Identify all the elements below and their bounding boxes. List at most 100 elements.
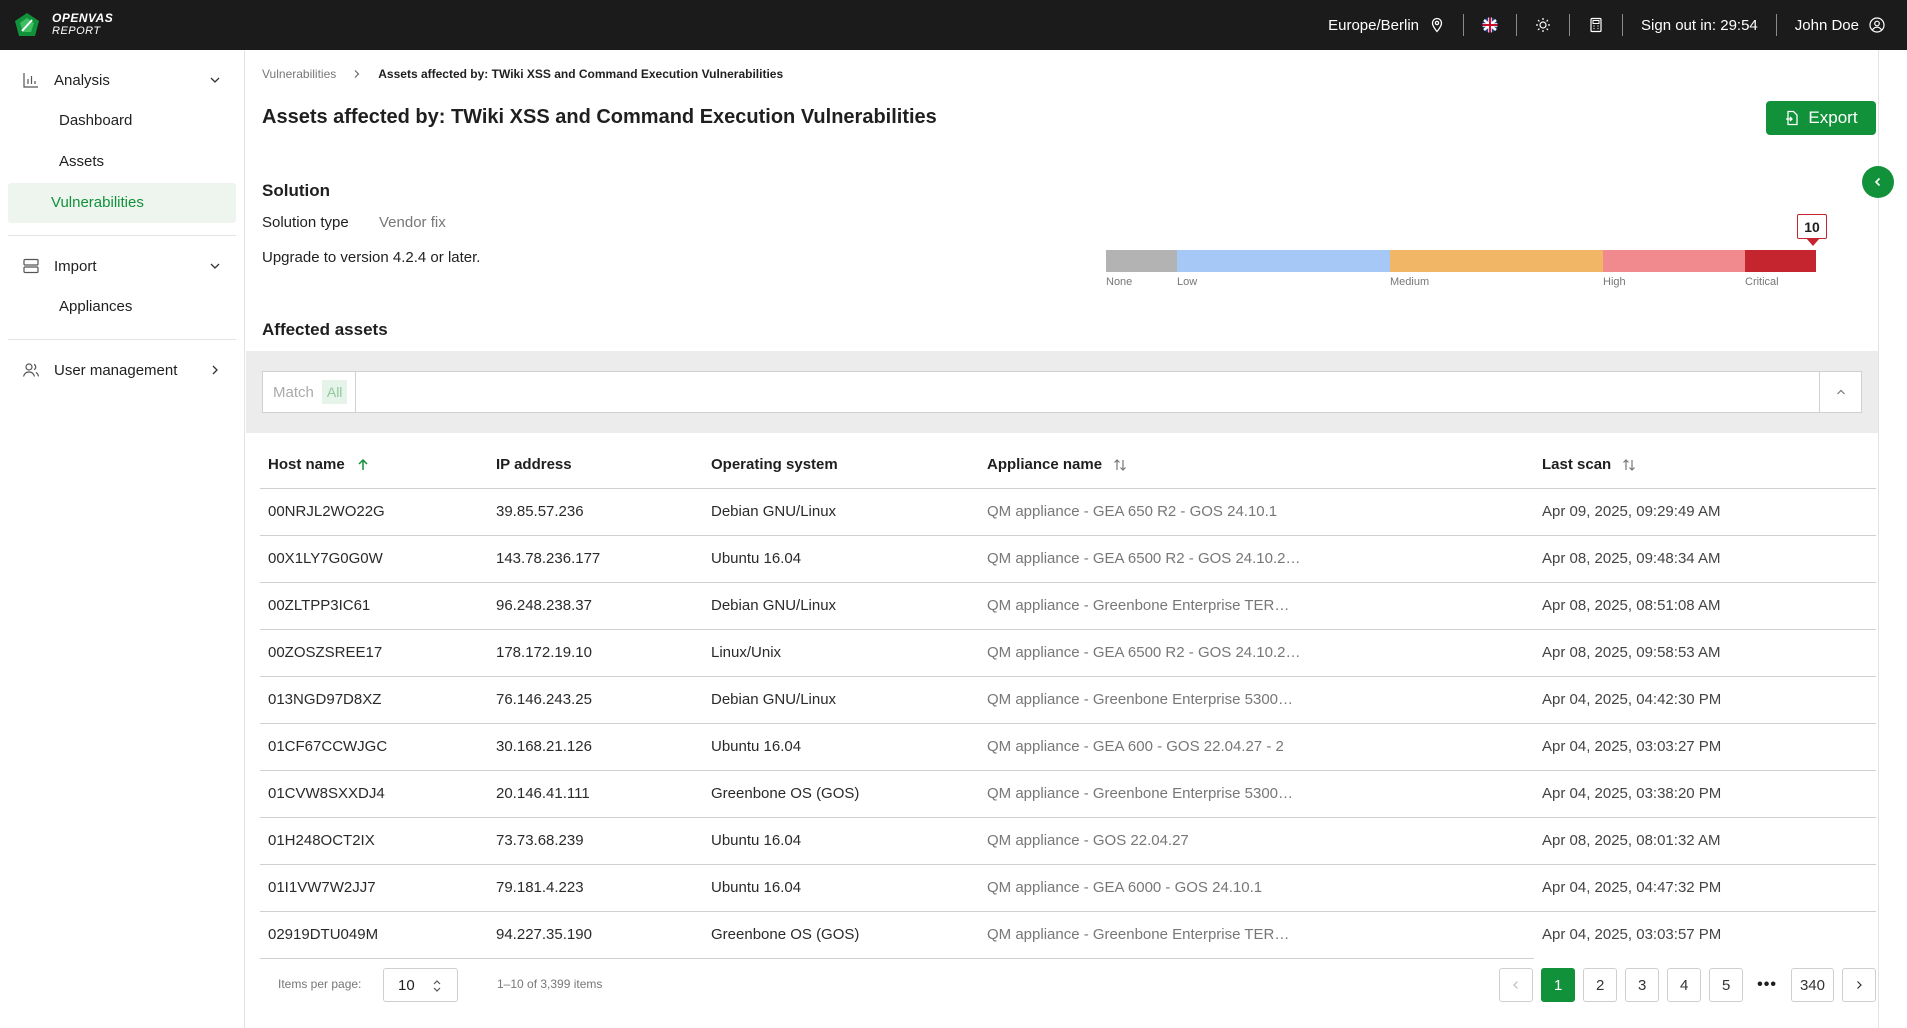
cell-host-name[interactable]: 00NRJL2WO22G: [260, 488, 488, 536]
table-header-row: Host name IP address Operating system Ap…: [260, 442, 1876, 489]
page-button-last[interactable]: 340: [1790, 968, 1834, 1002]
filter-collapse-button[interactable]: [1819, 372, 1861, 412]
sort-ascending-icon: [358, 458, 368, 470]
table-row[interactable]: 00ZOSZSREE17 178.172.19.10 Linux/Unix QM ap…: [260, 629, 1876, 677]
cell-appliance-name: QM appliance - Greenbone Enterprise TER…: [979, 582, 1534, 630]
column-label: Operating system: [711, 456, 838, 474]
sidebar-item-dashboard[interactable]: Dashboard: [8, 101, 236, 141]
filter-match-label: Match: [273, 383, 314, 401]
page-button-4[interactable]: 4: [1667, 968, 1702, 1002]
cell-host-name[interactable]: 02919DTU049M: [260, 911, 488, 959]
severity-segment-medium: [1390, 250, 1603, 272]
export-button[interactable]: Export: [1766, 101, 1876, 135]
cell-host-name[interactable]: 00X1LY7G0G0W: [260, 535, 488, 583]
table-row[interactable]: 01H248OCT2IX 73.73.68.239 Ubuntu 16.04 QM a…: [260, 817, 1876, 865]
expand-panel-button[interactable]: [1862, 166, 1894, 198]
cell-host-name[interactable]: 01H248OCT2IX: [260, 817, 488, 865]
chevron-right-icon: [354, 70, 360, 78]
severity-segment-critical: [1745, 250, 1816, 272]
main-content: Vulnerabilities Assets affected by: TWik…: [246, 50, 1878, 1028]
sort-icon: [1623, 458, 1636, 471]
cell-last-scan: Apr 08, 2025, 08:51:08 AM: [1534, 582, 1876, 630]
next-page-button[interactable]: [1842, 968, 1876, 1002]
logo[interactable]: OPENVAS REPORT: [14, 12, 113, 38]
page-button-1[interactable]: 1: [1541, 968, 1576, 1002]
prev-page-button[interactable]: [1499, 968, 1534, 1002]
cell-ip-address: 39.85.57.236: [488, 488, 703, 536]
sidebar-group-user-management[interactable]: User management: [0, 350, 244, 390]
cell-operating-system: Greenbone OS (GOS): [703, 770, 979, 818]
cell-ip-address: 20.146.41.111: [488, 770, 703, 818]
severity-label-high: High: [1603, 276, 1626, 288]
sidebar-item-vulnerabilities[interactable]: Vulnerabilities: [8, 183, 236, 223]
cell-host-name[interactable]: 013NGD97D8XZ: [260, 676, 488, 724]
chevron-up-icon: [1836, 389, 1845, 395]
cell-host-name[interactable]: 01CF67CCWJGC: [260, 723, 488, 771]
chevron-down-icon: [210, 263, 220, 269]
items-per-page-select[interactable]: 10: [383, 968, 458, 1002]
column-ip-address[interactable]: IP address: [488, 442, 703, 489]
pagination: 1 2 3 4 5 ••• 340: [1491, 968, 1876, 1002]
page-button-2[interactable]: 2: [1583, 968, 1618, 1002]
cell-operating-system: Greenbone OS (GOS): [703, 911, 979, 959]
severity-score-badge: 10: [1797, 214, 1827, 239]
export-icon: [1786, 110, 1799, 126]
severity-segment-none: [1106, 250, 1177, 272]
cell-ip-address: 96.248.238.37: [488, 582, 703, 630]
cell-operating-system: Debian GNU/Linux: [703, 676, 979, 724]
cell-host-name[interactable]: 00ZOSZSREE17: [260, 629, 488, 677]
cell-host-name[interactable]: 01I1VW7W2JJ7: [260, 864, 488, 912]
signout-timer[interactable]: Sign out in: 29:54: [1623, 17, 1776, 34]
table-row[interactable]: 00X1LY7G0G0W 143.78.236.177 Ubuntu 16.04 QM…: [260, 535, 1876, 583]
table-row[interactable]: 01CF67CCWJGC 30.168.21.126 Ubuntu 16.04 QM …: [260, 723, 1876, 771]
cell-host-name[interactable]: 00ZLTPP3IC61: [260, 582, 488, 630]
export-label: Export: [1808, 108, 1858, 127]
language-button[interactable]: [1464, 17, 1516, 33]
cell-last-scan: Apr 04, 2025, 03:03:57 PM: [1542, 926, 1722, 944]
breadcrumb-parent-link[interactable]: Vulnerabilities: [262, 67, 336, 81]
sidebar-item-assets[interactable]: Assets: [8, 142, 236, 182]
breadcrumb: Vulnerabilities Assets affected by: TWik…: [262, 67, 783, 81]
table-row[interactable]: 01CVW8SXXDJ4 20.146.41.111 Greenbone OS (G…: [260, 770, 1876, 818]
pagination-range: 1–10 of 3,399 items: [497, 977, 603, 991]
sidebar-group-import[interactable]: Import: [0, 246, 244, 286]
cell-ip-address: 143.78.236.177: [488, 535, 703, 583]
top-bar: OPENVAS REPORT Europe/Berlin Sign out in…: [0, 0, 1907, 50]
filter-mode-chip[interactable]: All: [321, 380, 348, 404]
table-row[interactable]: 00ZLTPP3IC61 96.248.238.37 Debian GNU/Linu…: [260, 582, 1876, 630]
page-button-3[interactable]: 3: [1625, 968, 1660, 1002]
severity-label-none: None: [1106, 276, 1133, 288]
cell-last-scan: Apr 08, 2025, 09:48:34 AM: [1534, 535, 1876, 583]
column-host-name[interactable]: Host name: [260, 442, 488, 489]
page-button-5[interactable]: 5: [1709, 968, 1744, 1002]
column-operating-system[interactable]: Operating system: [703, 442, 979, 489]
theme-toggle[interactable]: [1517, 17, 1569, 33]
table-row[interactable]: 01I1VW7W2JJ7 79.181.4.223 Ubuntu 16.04 QM a…: [260, 864, 1876, 912]
cell-host-name[interactable]: 01CVW8SXXDJ4: [260, 770, 488, 818]
sidebar-item-appliances[interactable]: Appliances: [8, 287, 236, 327]
cell-ip-address: 30.168.21.126: [488, 723, 703, 771]
cell-appliance-name: QM appliance - Greenbone Enterprise TER…: [979, 911, 1534, 959]
user-icon: [1869, 17, 1885, 33]
user-menu[interactable]: John Doe: [1777, 17, 1885, 34]
table-row[interactable]: 02919DTU049M 94.227.35.190 Greenbone OS (G…: [260, 911, 1876, 959]
cell-operating-system: Debian GNU/Linux: [703, 488, 979, 536]
calculator-button[interactable]: [1570, 17, 1622, 33]
cell-ip-address: 73.73.68.239: [488, 817, 703, 865]
cell-operating-system: Debian GNU/Linux: [703, 582, 979, 630]
table-row[interactable]: 013NGD97D8XZ 76.146.243.25 Debian GNU/Linu…: [260, 676, 1876, 724]
column-label: IP address: [496, 456, 572, 474]
bar-chart-icon: [23, 73, 38, 88]
server-icon: [23, 258, 39, 274]
timezone-selector[interactable]: Europe/Berlin: [1310, 17, 1463, 34]
sidebar-group-label: User management: [54, 361, 178, 379]
divider: [8, 235, 236, 236]
column-label: Appliance name: [987, 456, 1103, 474]
column-last-scan[interactable]: Last scan: [1534, 442, 1876, 489]
column-appliance-name[interactable]: Appliance name: [979, 442, 1534, 489]
sidebar-group-analysis[interactable]: Analysis: [0, 60, 244, 100]
table-row[interactable]: 00NRJL2WO22G 39.85.57.236 Debian GNU/Linux…: [260, 488, 1876, 536]
filter-input[interactable]: Match All: [262, 371, 1862, 413]
sidebar: Analysis Dashboard Assets Vulnerabilitie…: [0, 50, 245, 1028]
cell-operating-system: Ubuntu 16.04: [703, 535, 979, 583]
